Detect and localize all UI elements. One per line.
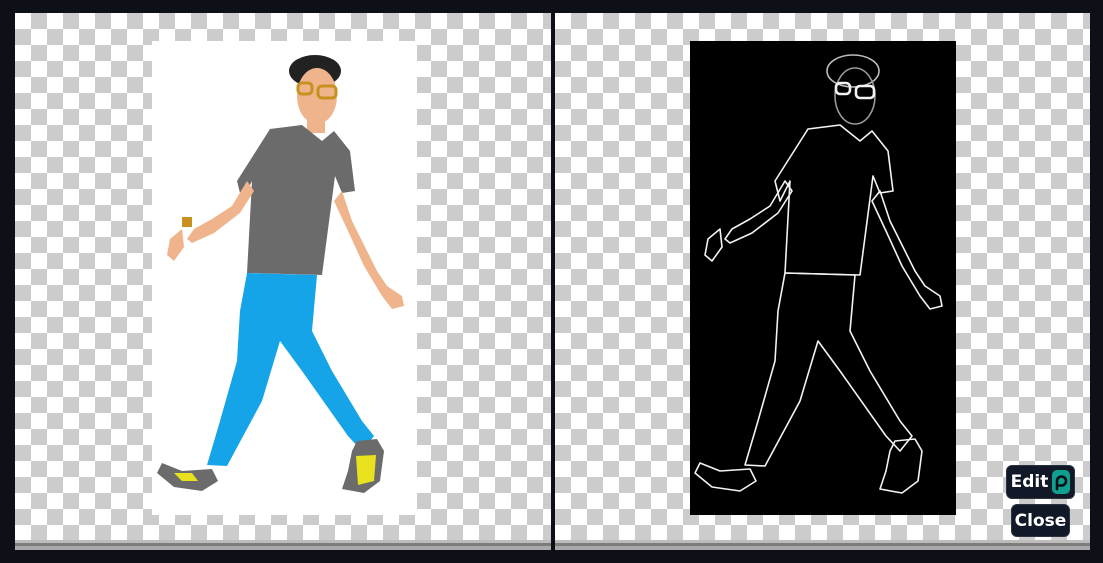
right-horizontal-scrollbar[interactable]: [555, 540, 1090, 550]
close-button[interactable]: Close: [1011, 504, 1070, 537]
edit-button[interactable]: Edit: [1006, 465, 1075, 499]
original-image-panel: [15, 13, 551, 540]
mask-image-panel: [555, 13, 1090, 540]
edit-button-label: Edit: [1010, 472, 1049, 492]
bottom-strip: [0, 550, 1103, 563]
panel-divider[interactable]: [551, 13, 555, 563]
mask-image: [690, 41, 956, 515]
close-button-label: Close: [1014, 510, 1067, 531]
original-image: [152, 41, 417, 515]
photopea-logo-icon: [1052, 470, 1071, 494]
left-horizontal-scrollbar[interactable]: [15, 540, 551, 550]
